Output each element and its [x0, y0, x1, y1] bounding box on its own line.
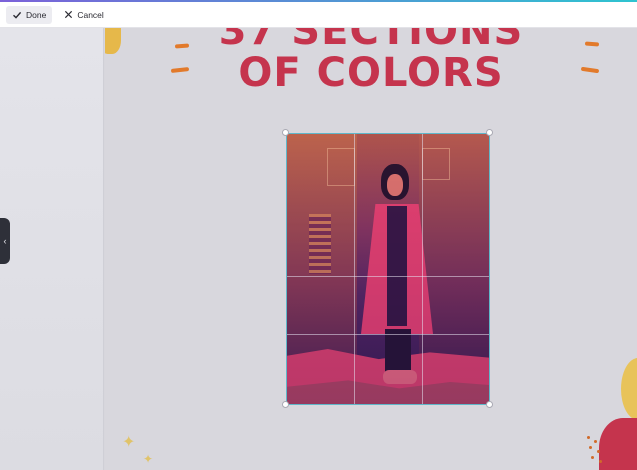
panel-collapse-handle[interactable]: ‹ — [0, 218, 10, 264]
headline-line-2: OF COLORS — [238, 50, 504, 96]
crop-grid-line — [422, 134, 423, 404]
close-icon — [64, 10, 73, 19]
crop-handle-top-right[interactable] — [486, 129, 493, 136]
left-side-panel — [0, 28, 104, 470]
crop-handle-bottom-left[interactable] — [282, 401, 289, 408]
crop-grid-line — [287, 276, 489, 277]
crop-grid-line — [287, 334, 489, 335]
chevron-left-icon: ‹ — [3, 236, 7, 246]
decorative-yellow-circle — [621, 358, 637, 420]
cancel-label: Cancel — [77, 9, 104, 20]
crop-handle-top-left[interactable] — [282, 129, 289, 136]
done-button[interactable]: Done — [6, 5, 53, 24]
decorative-dots — [587, 436, 607, 466]
crop-handle-bottom-right[interactable] — [486, 401, 493, 408]
crop-grid-line — [354, 134, 355, 404]
checkmark-icon — [12, 10, 22, 20]
cancel-button[interactable]: Cancel — [58, 6, 109, 24]
sparkle-icon: ✦ — [143, 452, 154, 466]
design-canvas: 37 SECTIONS OF COLORS ✦ ✦ — [105, 28, 637, 470]
crop-toolbar: Done Cancel — [0, 2, 637, 28]
selected-photo[interactable] — [286, 133, 490, 405]
done-label: Done — [26, 9, 47, 20]
sparkle-icon: ✦ — [122, 432, 136, 451]
